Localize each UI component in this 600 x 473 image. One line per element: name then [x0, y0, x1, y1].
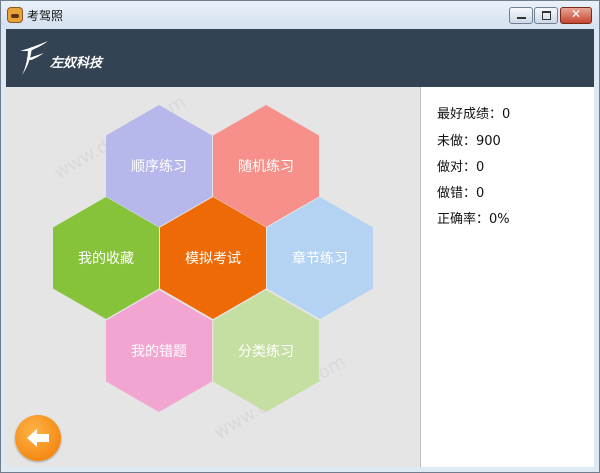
close-icon: ✕ — [570, 7, 582, 21]
header-banner: 左奴科技 — [6, 29, 594, 87]
company-name: 左奴科技 — [50, 56, 103, 71]
chapter-practice-label: 章节练习 — [292, 251, 348, 267]
accuracy-rate: 正确率：0% — [437, 212, 510, 227]
close-button[interactable]: ✕ — [560, 7, 592, 24]
my-favorites-label: 我的收藏 — [78, 251, 134, 267]
my-mistakes-label: 我的错题 — [131, 344, 187, 360]
company-logo-icon — [20, 41, 48, 75]
arrow-left-icon — [27, 429, 49, 447]
category-practice-label: 分类练习 — [238, 344, 294, 360]
wrong-count: 做错：0 — [437, 186, 485, 201]
title-bar[interactable]: 考驾照 ✕ — [1, 1, 599, 29]
window-title: 考驾照 — [27, 9, 64, 23]
random-practice-label: 随机练习 — [238, 159, 294, 175]
car-icon — [7, 7, 23, 23]
menu-area: www.ddooo.com www.ddooo.com 顺序练习 随机练习 我的… — [6, 87, 420, 467]
not-done-count: 未做：900 — [437, 134, 501, 149]
best-score: 最好成绩：0 — [437, 107, 511, 122]
correct-count: 做对：0 — [437, 160, 485, 175]
stats-panel: 最好成绩：0 未做：900 做对：0 做错：0 正确率：0% — [420, 87, 594, 467]
app-window: 考驾照 ✕ 左奴科技 www.ddooo.com www.ddooo.com 顺… — [0, 0, 600, 473]
maximize-button[interactable] — [534, 7, 558, 24]
back-button[interactable] — [15, 415, 61, 461]
sequential-practice-label: 顺序练习 — [131, 159, 187, 175]
mock-exam-label: 模拟考试 — [185, 251, 241, 267]
minimize-button[interactable] — [509, 7, 533, 24]
